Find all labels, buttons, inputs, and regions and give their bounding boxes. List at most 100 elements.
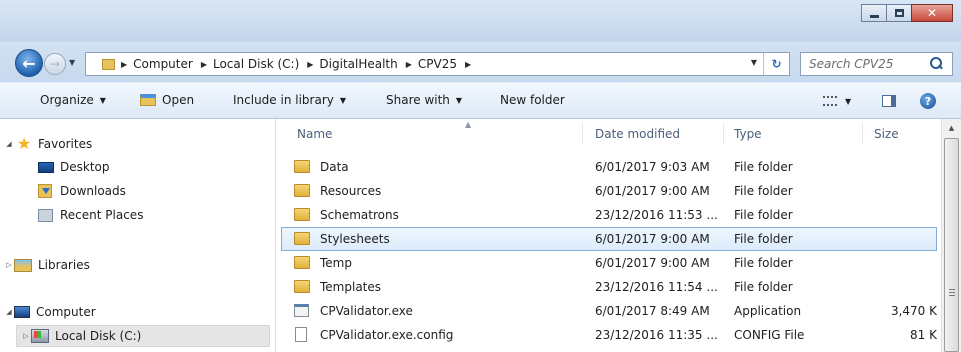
chevron-down-icon: ▼ [455,95,463,105]
minimize-button[interactable] [861,4,887,22]
file-name: Resources [320,184,382,198]
expand-arrow-icon[interactable]: ◢ [4,140,14,148]
refresh-button[interactable]: ↻ [763,53,789,75]
grip-icon [949,289,955,296]
sidebar-item-computer[interactable]: ◢ Computer [4,301,96,323]
file-name: Schematrons [320,208,399,222]
include-in-library-button[interactable]: Include in library ▼ [233,93,346,107]
file-type: File folder [734,280,793,294]
sidebar-item-libraries[interactable]: ▷ Libraries [4,254,90,276]
forward-button[interactable]: → [44,53,66,75]
expand-arrow-icon[interactable]: ▷ [21,332,31,340]
file-type: File folder [734,256,793,270]
folder-icon [294,280,310,293]
file-name: Temp [320,256,352,270]
file-type: File folder [734,184,793,198]
chevron-right-icon[interactable]: ▶ [307,60,313,69]
file-date: 6/01/2017 8:49 AM [595,304,710,318]
sidebar-item-label: Computer [36,305,96,319]
scroll-thumb[interactable] [944,138,959,352]
navigation-pane: ◢ ★ Favorites Desktop Downloads Recent P… [0,119,276,352]
sort-ascending-icon: ▲ [465,120,472,129]
navigation-bar: ← → ▼ ▶ Computer ▶ Local Disk (C:) ▶ Dig… [0,42,961,82]
refresh-icon: ↻ [771,57,782,71]
search-icon[interactable] [929,57,943,71]
breadcrumb: ▶ Computer ▶ Local Disk (C:) ▶ DigitalHe… [121,57,477,71]
table-row[interactable]: CPValidator.exe.config 23/12/2016 11:35 … [281,323,937,347]
arrow-left-icon: ← [22,53,36,73]
scroll-up-button[interactable]: ▲ [942,119,961,136]
table-row[interactable]: CPValidator.exe 6/01/2017 8:49 AM Applic… [281,299,937,323]
sidebar-item-label: Downloads [60,184,126,198]
file-type: Application [734,304,802,318]
table-row[interactable]: Temp 6/01/2017 9:00 AM File folder [281,251,937,275]
new-folder-button[interactable]: New folder [500,93,565,107]
file-date: 6/01/2017 9:00 AM [595,232,710,246]
breadcrumb-cpv25[interactable]: CPV25 [418,57,457,71]
sidebar-item-local-disk[interactable]: ▷ Local Disk (C:) [16,325,270,347]
sidebar-item-desktop[interactable]: Desktop [38,156,110,178]
sidebar-item-favorites[interactable]: ◢ ★ Favorites [4,133,92,155]
recent-pages-dropdown[interactable]: ▼ [69,58,75,67]
maximize-button[interactable] [886,4,912,22]
column-header-date-modified[interactable]: Date modified [595,127,680,141]
close-button[interactable]: ✕ [911,4,953,22]
column-divider[interactable] [723,123,724,145]
column-header-name[interactable]: Name [297,127,332,141]
include-in-library-label: Include in library [233,93,334,107]
column-header-size[interactable]: Size [874,127,899,141]
folder-icon [294,256,310,269]
table-row[interactable]: Schematrons 23/12/2016 11:53 ... File fo… [281,203,937,227]
sidebar-item-recent-places[interactable]: Recent Places [38,204,143,226]
address-history-dropdown[interactable]: ▼ [751,58,757,67]
search-box[interactable] [800,52,953,76]
views-icon [823,96,837,106]
sidebar-item-label: Favorites [38,137,93,151]
chevron-right-icon[interactable]: ▶ [465,60,471,69]
star-icon: ★ [16,134,32,153]
search-input[interactable] [801,57,929,71]
organize-label: Organize [40,93,94,107]
vertical-scrollbar[interactable]: ▲ [941,119,961,352]
table-row[interactable]: Data 6/01/2017 9:03 AM File folder [281,155,937,179]
sidebar-item-downloads[interactable]: Downloads [38,180,126,202]
change-view-button[interactable]: ▼ [823,96,851,106]
command-toolbar: Organize ▼ Open Include in library ▼ Sha… [0,82,961,119]
breadcrumb-local-disk[interactable]: Local Disk (C:) [213,57,299,71]
application-icon [294,304,309,317]
column-header-type[interactable]: Type [734,127,762,141]
folder-icon [102,58,115,70]
file-name: Stylesheets [320,232,390,246]
title-bar: ✕ [0,0,961,42]
table-row-selected[interactable]: Stylesheets 6/01/2017 9:00 AM File folde… [281,227,937,251]
folder-icon [294,208,310,221]
column-divider[interactable] [582,123,583,145]
open-label: Open [162,93,195,107]
chevron-right-icon[interactable]: ▶ [121,60,127,69]
column-divider[interactable] [862,123,863,145]
expand-arrow-icon[interactable]: ◢ [4,308,14,316]
address-bar[interactable]: ▶ Computer ▶ Local Disk (C:) ▶ DigitalHe… [85,52,790,76]
share-with-button[interactable]: Share with ▼ [386,93,462,107]
help-button[interactable]: ? [920,93,936,109]
downloads-icon [38,184,52,198]
file-name: CPValidator.exe.config [320,328,454,342]
file-date: 6/01/2017 9:00 AM [595,184,710,198]
back-button[interactable]: ← [15,49,43,77]
organize-button[interactable]: Organize ▼ [40,93,106,107]
folder-icon [294,184,310,197]
table-row[interactable]: Templates 23/12/2016 11:54 ... File fold… [281,275,937,299]
chevron-right-icon[interactable]: ▶ [406,60,412,69]
sidebar-item-label: Local Disk (C:) [55,329,142,343]
arrow-right-icon: → [49,57,61,71]
breadcrumb-digitalhealth[interactable]: DigitalHealth [319,57,397,71]
table-row[interactable]: Resources 6/01/2017 9:00 AM File folder [281,179,937,203]
computer-icon [14,306,30,318]
file-name: Templates [320,280,382,294]
expand-arrow-icon[interactable]: ▷ [4,261,14,269]
breadcrumb-computer[interactable]: Computer [133,57,193,71]
preview-pane-button[interactable] [882,95,896,107]
open-button[interactable]: Open [140,93,194,107]
maximize-icon [894,9,904,17]
chevron-right-icon[interactable]: ▶ [201,60,207,69]
